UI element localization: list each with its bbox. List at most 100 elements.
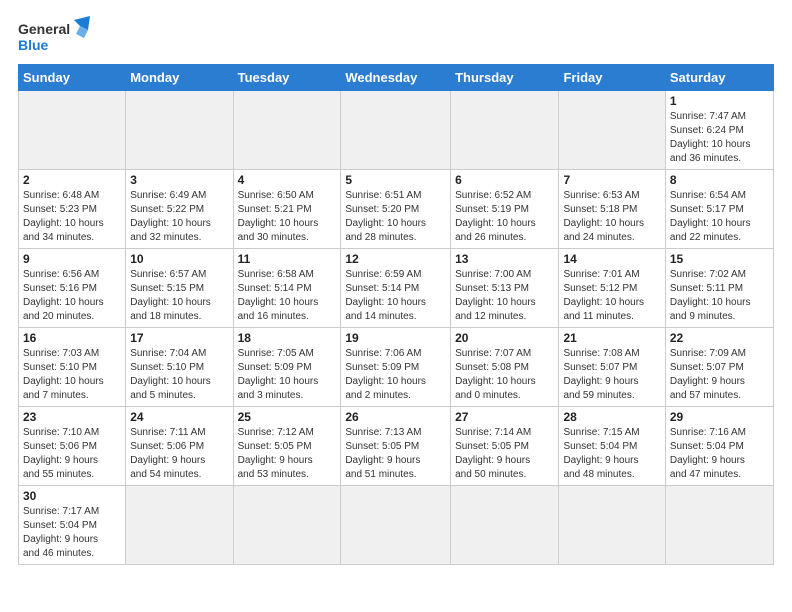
day-number: 1 bbox=[670, 94, 769, 108]
week-row-2: 9 Sunrise: 6:56 AM Sunset: 5:16 PM Daylig… bbox=[19, 249, 774, 328]
day-number: 15 bbox=[670, 252, 769, 266]
day-info: Sunrise: 6:57 AM Sunset: 5:15 PM Dayligh… bbox=[130, 268, 228, 324]
day-number: 25 bbox=[238, 410, 337, 424]
day-number: 12 bbox=[345, 252, 446, 266]
week-row-3: 16 Sunrise: 7:03 AM Sunset: 5:10 PM Dayli… bbox=[19, 328, 774, 407]
calendar-cell: 15 Sunrise: 7:02 AM Sunset: 5:11 PM Dayli… bbox=[665, 249, 773, 328]
day-info: Sunrise: 6:59 AM Sunset: 5:14 PM Dayligh… bbox=[345, 268, 446, 324]
calendar-cell: 19Sunrise: 7:06 AM Sunset: 5:09 PM Dayli… bbox=[341, 328, 451, 407]
calendar-cell: 14 Sunrise: 7:01 AM Sunset: 5:12 PM Dayli… bbox=[559, 249, 665, 328]
day-info: Sunrise: 7:05 AM Sunset: 5:09 PM Dayligh… bbox=[238, 347, 337, 403]
week-row-0: 1 Sunrise: 7:47 AM Sunset: 6:24 PM Daylig… bbox=[19, 91, 774, 170]
calendar-cell: 22Sunrise: 7:09 AM Sunset: 5:07 PM Dayli… bbox=[665, 328, 773, 407]
day-info: Sunrise: 6:54 AM Sunset: 5:17 PM Dayligh… bbox=[670, 189, 769, 245]
calendar-cell bbox=[559, 486, 665, 565]
weekday-header-tuesday: Tuesday bbox=[233, 65, 341, 91]
day-number: 14 bbox=[563, 252, 660, 266]
svg-text:General: General bbox=[18, 21, 70, 37]
logo: GeneralBlue bbox=[18, 16, 98, 56]
day-info: Sunrise: 7:13 AM Sunset: 5:05 PM Dayligh… bbox=[345, 426, 446, 482]
day-number: 20 bbox=[455, 331, 554, 345]
calendar-cell bbox=[341, 486, 451, 565]
day-number: 2 bbox=[23, 173, 121, 187]
day-number: 26 bbox=[345, 410, 446, 424]
day-info: Sunrise: 7:00 AM Sunset: 5:13 PM Dayligh… bbox=[455, 268, 554, 324]
calendar-cell bbox=[559, 91, 665, 170]
calendar-cell: 20 Sunrise: 7:07 AM Sunset: 5:08 PM Dayli… bbox=[451, 328, 559, 407]
calendar-cell: 8Sunrise: 6:54 AM Sunset: 5:17 PM Daylig… bbox=[665, 170, 773, 249]
calendar-cell: 24 Sunrise: 7:11 AM Sunset: 5:06 PM Dayli… bbox=[126, 407, 233, 486]
calendar-cell bbox=[665, 486, 773, 565]
day-info: Sunrise: 7:06 AM Sunset: 5:09 PM Dayligh… bbox=[345, 347, 446, 403]
day-number: 13 bbox=[455, 252, 554, 266]
calendar-table: SundayMondayTuesdayWednesdayThursdayFrid… bbox=[18, 64, 774, 565]
day-info: Sunrise: 7:10 AM Sunset: 5:06 PM Dayligh… bbox=[23, 426, 121, 482]
day-info: Sunrise: 7:12 AM Sunset: 5:05 PM Dayligh… bbox=[238, 426, 337, 482]
day-info: Sunrise: 6:50 AM Sunset: 5:21 PM Dayligh… bbox=[238, 189, 337, 245]
calendar-cell: 4 Sunrise: 6:50 AM Sunset: 5:21 PM Daylig… bbox=[233, 170, 341, 249]
calendar-cell bbox=[341, 91, 451, 170]
day-number: 11 bbox=[238, 252, 337, 266]
day-info: Sunrise: 6:48 AM Sunset: 5:23 PM Dayligh… bbox=[23, 189, 121, 245]
day-number: 5 bbox=[345, 173, 446, 187]
calendar-cell: 17Sunrise: 7:04 AM Sunset: 5:10 PM Dayli… bbox=[126, 328, 233, 407]
calendar-cell: 25 Sunrise: 7:12 AM Sunset: 5:05 PM Dayli… bbox=[233, 407, 341, 486]
calendar-cell: 2 Sunrise: 6:48 AM Sunset: 5:23 PM Daylig… bbox=[19, 170, 126, 249]
calendar-cell: 16 Sunrise: 7:03 AM Sunset: 5:10 PM Dayli… bbox=[19, 328, 126, 407]
day-number: 28 bbox=[563, 410, 660, 424]
calendar-cell: 10 Sunrise: 6:57 AM Sunset: 5:15 PM Dayli… bbox=[126, 249, 233, 328]
day-number: 4 bbox=[238, 173, 337, 187]
day-info: Sunrise: 7:07 AM Sunset: 5:08 PM Dayligh… bbox=[455, 347, 554, 403]
logo-svg: GeneralBlue bbox=[18, 16, 98, 56]
day-number: 23 bbox=[23, 410, 121, 424]
weekday-header-sunday: Sunday bbox=[19, 65, 126, 91]
day-info: Sunrise: 6:51 AM Sunset: 5:20 PM Dayligh… bbox=[345, 189, 446, 245]
calendar-cell bbox=[451, 91, 559, 170]
calendar-cell: 26 Sunrise: 7:13 AM Sunset: 5:05 PM Dayli… bbox=[341, 407, 451, 486]
header-area: GeneralBlue bbox=[18, 16, 774, 56]
day-number: 21 bbox=[563, 331, 660, 345]
day-number: 18 bbox=[238, 331, 337, 345]
calendar-cell bbox=[126, 486, 233, 565]
day-info: Sunrise: 6:52 AM Sunset: 5:19 PM Dayligh… bbox=[455, 189, 554, 245]
day-number: 10 bbox=[130, 252, 228, 266]
calendar-cell: 9 Sunrise: 6:56 AM Sunset: 5:16 PM Daylig… bbox=[19, 249, 126, 328]
day-number: 24 bbox=[130, 410, 228, 424]
weekday-header-row: SundayMondayTuesdayWednesdayThursdayFrid… bbox=[19, 65, 774, 91]
day-info: Sunrise: 7:16 AM Sunset: 5:04 PM Dayligh… bbox=[670, 426, 769, 482]
svg-text:Blue: Blue bbox=[18, 37, 49, 53]
calendar-cell: 5 Sunrise: 6:51 AM Sunset: 5:20 PM Daylig… bbox=[341, 170, 451, 249]
day-info: Sunrise: 7:03 AM Sunset: 5:10 PM Dayligh… bbox=[23, 347, 121, 403]
day-info: Sunrise: 7:47 AM Sunset: 6:24 PM Dayligh… bbox=[670, 110, 769, 166]
day-number: 6 bbox=[455, 173, 554, 187]
day-info: Sunrise: 7:02 AM Sunset: 5:11 PM Dayligh… bbox=[670, 268, 769, 324]
day-number: 9 bbox=[23, 252, 121, 266]
calendar-cell: 28 Sunrise: 7:15 AM Sunset: 5:04 PM Dayli… bbox=[559, 407, 665, 486]
weekday-header-wednesday: Wednesday bbox=[341, 65, 451, 91]
calendar-cell: 3Sunrise: 6:49 AM Sunset: 5:22 PM Daylig… bbox=[126, 170, 233, 249]
calendar-cell: 21Sunrise: 7:08 AM Sunset: 5:07 PM Dayli… bbox=[559, 328, 665, 407]
calendar-cell: 18 Sunrise: 7:05 AM Sunset: 5:09 PM Dayli… bbox=[233, 328, 341, 407]
calendar-cell: 11 Sunrise: 6:58 AM Sunset: 5:14 PM Dayli… bbox=[233, 249, 341, 328]
weekday-header-friday: Friday bbox=[559, 65, 665, 91]
day-number: 16 bbox=[23, 331, 121, 345]
day-info: Sunrise: 6:56 AM Sunset: 5:16 PM Dayligh… bbox=[23, 268, 121, 324]
week-row-4: 23 Sunrise: 7:10 AM Sunset: 5:06 PM Dayli… bbox=[19, 407, 774, 486]
calendar-cell: 12 Sunrise: 6:59 AM Sunset: 5:14 PM Dayli… bbox=[341, 249, 451, 328]
calendar-cell bbox=[451, 486, 559, 565]
page: GeneralBlue SundayMondayTuesdayWednesday… bbox=[0, 0, 792, 612]
day-number: 29 bbox=[670, 410, 769, 424]
day-info: Sunrise: 6:53 AM Sunset: 5:18 PM Dayligh… bbox=[563, 189, 660, 245]
calendar-cell: 27Sunrise: 7:14 AM Sunset: 5:05 PM Dayli… bbox=[451, 407, 559, 486]
day-info: Sunrise: 7:01 AM Sunset: 5:12 PM Dayligh… bbox=[563, 268, 660, 324]
week-row-1: 2 Sunrise: 6:48 AM Sunset: 5:23 PM Daylig… bbox=[19, 170, 774, 249]
day-info: Sunrise: 7:15 AM Sunset: 5:04 PM Dayligh… bbox=[563, 426, 660, 482]
calendar-cell bbox=[19, 91, 126, 170]
day-info: Sunrise: 6:58 AM Sunset: 5:14 PM Dayligh… bbox=[238, 268, 337, 324]
calendar-cell: 1 Sunrise: 7:47 AM Sunset: 6:24 PM Daylig… bbox=[665, 91, 773, 170]
day-info: Sunrise: 7:17 AM Sunset: 5:04 PM Dayligh… bbox=[23, 505, 121, 561]
calendar-cell: 13 Sunrise: 7:00 AM Sunset: 5:13 PM Dayli… bbox=[451, 249, 559, 328]
day-number: 30 bbox=[23, 489, 121, 503]
day-number: 17 bbox=[130, 331, 228, 345]
day-info: Sunrise: 7:11 AM Sunset: 5:06 PM Dayligh… bbox=[130, 426, 228, 482]
